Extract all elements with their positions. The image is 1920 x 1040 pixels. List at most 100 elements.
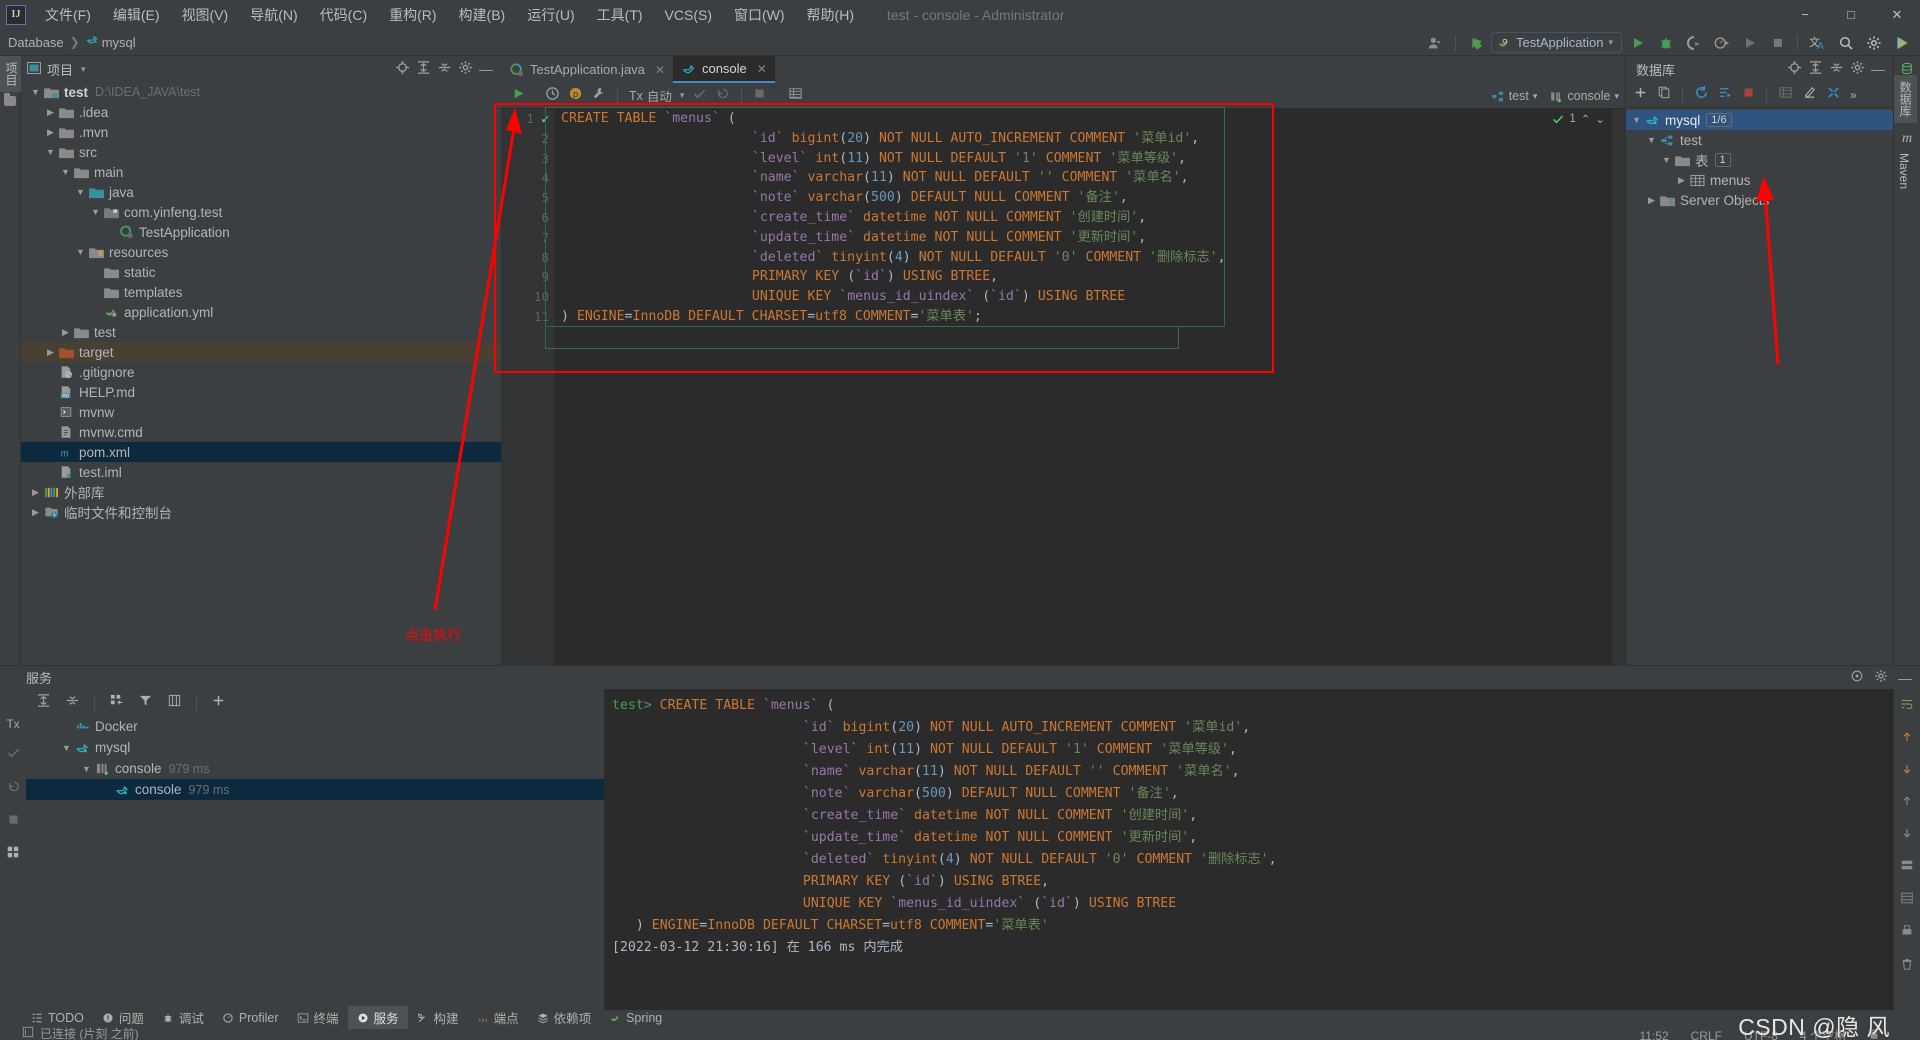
- commit-icon[interactable]: [6, 745, 21, 765]
- service-item-console[interactable]: ▼ console 979 ms: [26, 758, 604, 779]
- tree-item-mvnw[interactable]: mvnw: [21, 402, 501, 422]
- close-button[interactable]: ✕: [1874, 0, 1920, 29]
- menu-vcs[interactable]: VCS(S): [654, 3, 723, 27]
- sql-code[interactable]: CREATE TABLE `menus` ( `id` bigint(20) N…: [555, 109, 1625, 665]
- menu-help[interactable]: 帮助(H): [796, 1, 865, 29]
- gutter-line-number[interactable]: 3: [501, 149, 555, 169]
- gutter-line-number[interactable]: 9: [501, 267, 555, 287]
- tree-item-com.yinfeng.test[interactable]: ▼ com.yinfeng.test: [21, 202, 501, 222]
- tool-tab-端点[interactable]: 端点: [468, 1006, 528, 1029]
- code-editor[interactable]: 1 ✔ 2 3 4 5 6 7 8 9 10 11 CREATE TABLE `menus` ( `…: [494, 103, 1625, 665]
- settings-gear-icon[interactable]: [1850, 669, 1864, 686]
- gear-icon[interactable]: [1850, 60, 1865, 78]
- code-line[interactable]: `name` varchar(11) NOT NULL DEFAULT '' C…: [561, 168, 1625, 188]
- run-icon[interactable]: [511, 86, 526, 106]
- soft-wrap-icon[interactable]: [1900, 697, 1914, 716]
- menu-edit[interactable]: 编辑(E): [102, 1, 171, 29]
- tree-item-templates[interactable]: templates: [21, 282, 501, 302]
- services-tree[interactable]: Docker ▼ mysql ▼ console 979 ms console 979 ms: [26, 716, 604, 800]
- tree-item-java[interactable]: ▼ java: [21, 182, 501, 202]
- tool-tab-服务[interactable]: 服务: [347, 1006, 408, 1029]
- db-tree-item-表[interactable]: ▼ 表 1: [1626, 150, 1893, 170]
- trash-icon[interactable]: [1900, 957, 1914, 976]
- filter-icon[interactable]: [138, 693, 153, 713]
- tree-item-.gitignore[interactable]: .gitignore: [21, 362, 501, 382]
- layout-icon[interactable]: [167, 693, 182, 713]
- tree-item-test[interactable]: ▶ test: [21, 322, 501, 342]
- chevron-right-icon[interactable]: ▶: [44, 347, 57, 358]
- line-separator[interactable]: CRLF: [1691, 1029, 1722, 1040]
- service-item-mysql[interactable]: ▼ mysql: [26, 737, 604, 758]
- chevron-down-icon[interactable]: ▼: [60, 743, 73, 753]
- tree-item-testapplication[interactable]: TestApplication: [21, 222, 501, 242]
- tree-item-help.md[interactable]: MD HELP.md: [21, 382, 501, 402]
- maximize-button[interactable]: □: [1828, 0, 1874, 29]
- editor-tab-console[interactable]: console ✕: [672, 56, 775, 83]
- run-icon[interactable]: [1625, 30, 1650, 55]
- menu-build[interactable]: 构建(B): [448, 1, 517, 29]
- prev-problem-icon[interactable]: ⌃: [1581, 112, 1591, 126]
- code-line[interactable]: PRIMARY KEY (`id`) USING BTREE,: [561, 267, 1625, 287]
- service-item-docker[interactable]: Docker: [26, 716, 604, 737]
- tool-tab-profiler[interactable]: Profiler: [213, 1009, 288, 1027]
- stop-icon[interactable]: [753, 87, 766, 105]
- stop-icon[interactable]: [1742, 86, 1755, 104]
- collapse-all-icon[interactable]: [1829, 60, 1844, 78]
- chevron-down-icon[interactable]: ▼: [89, 207, 102, 217]
- breadcrumb-mysql[interactable]: mysql: [102, 35, 136, 50]
- chevron-down-icon[interactable]: ▼: [1660, 155, 1673, 165]
- code-line[interactable]: `level` int(11) NOT NULL DEFAULT '1' COM…: [561, 149, 1625, 169]
- menu-code[interactable]: 代码(C): [309, 1, 378, 29]
- chevron-down-icon[interactable]: ▼: [44, 147, 57, 157]
- tree-item-target[interactable]: ▶ target: [21, 342, 501, 362]
- add-icon[interactable]: [211, 693, 226, 713]
- gutter-line-number[interactable]: 11: [501, 307, 555, 327]
- stop-icon[interactable]: [7, 813, 20, 831]
- wrench-icon[interactable]: [591, 86, 606, 106]
- chevron-down-icon[interactable]: ▼: [59, 167, 72, 177]
- error-stripe[interactable]: [1612, 109, 1625, 665]
- database-tree[interactable]: ▼ mysql 1/6 ▼ test ▼ 表 1 ▶ menus ▶ Server Objects: [1626, 108, 1893, 210]
- user-icon[interactable]: [1423, 30, 1448, 55]
- tx2-icon[interactable]: [1900, 858, 1914, 877]
- tool-tab-终端[interactable]: 终端: [288, 1006, 348, 1029]
- tree-item-application.yml[interactable]: application.yml: [21, 302, 501, 322]
- db-tree-item-menus[interactable]: ▶ menus: [1626, 170, 1893, 190]
- tool-tab-todo[interactable]: TODO: [22, 1009, 93, 1027]
- tx-icon[interactable]: Tx: [6, 717, 19, 731]
- tree-item-resources[interactable]: ▼ resources: [21, 242, 501, 262]
- breadcrumb-database[interactable]: Database: [8, 35, 64, 50]
- table-view-icon[interactable]: [788, 86, 803, 106]
- settings-gear-icon[interactable]: [1861, 30, 1886, 55]
- expand-all-icon[interactable]: [36, 693, 51, 713]
- more-icon[interactable]: »: [1850, 88, 1857, 102]
- stripe-folder-icon[interactable]: [0, 92, 20, 106]
- tree-item-临时文件和控制台[interactable]: ▶ 临时文件和控制台: [21, 502, 501, 522]
- menu-window[interactable]: 窗口(W): [723, 1, 796, 29]
- history-icon[interactable]: [545, 86, 560, 106]
- code-line[interactable]: CREATE TABLE `menus` (: [561, 109, 1625, 129]
- gutter-line-number[interactable]: 4: [501, 168, 555, 188]
- services-output-console[interactable]: [2022-03-12 21:30:16] 已连接test> CREATE TA…: [604, 689, 1893, 1011]
- tree-item-.idea[interactable]: ▶ .idea: [21, 102, 501, 122]
- locate-icon[interactable]: [395, 60, 410, 78]
- up-icon[interactable]: [1901, 730, 1913, 748]
- chevron-right-icon[interactable]: ▶: [44, 107, 57, 118]
- close-icon[interactable]: ✕: [655, 63, 665, 77]
- coverage-icon[interactable]: [1681, 30, 1706, 55]
- project-tree[interactable]: ▼ test D:\IDEA_JAVA\test ▶ .idea ▶ .mvn ▼ src ▼ ma…: [21, 82, 501, 665]
- rollback-icon[interactable]: [6, 779, 21, 799]
- chevron-down-icon[interactable]: ▼: [29, 87, 42, 97]
- chevron-right-icon[interactable]: ▶: [29, 487, 42, 498]
- chevron-right-icon[interactable]: ▶: [29, 507, 42, 518]
- chevron-down-icon[interactable]: ▾: [81, 64, 86, 75]
- tree-item-外部库[interactable]: ▶ 外部库: [21, 482, 501, 502]
- refresh-icon[interactable]: [1694, 85, 1709, 105]
- stop-icon[interactable]: [1765, 30, 1790, 55]
- tree-item-main[interactable]: ▼ main: [21, 162, 501, 182]
- tree-item-static[interactable]: static: [21, 262, 501, 282]
- table-editor-icon[interactable]: [1778, 85, 1793, 105]
- code-line[interactable]: `deleted` tinyint(4) NOT NULL DEFAULT '0…: [561, 248, 1625, 268]
- gutter-line-number[interactable]: 5: [501, 188, 555, 208]
- gear-icon[interactable]: [1874, 669, 1888, 686]
